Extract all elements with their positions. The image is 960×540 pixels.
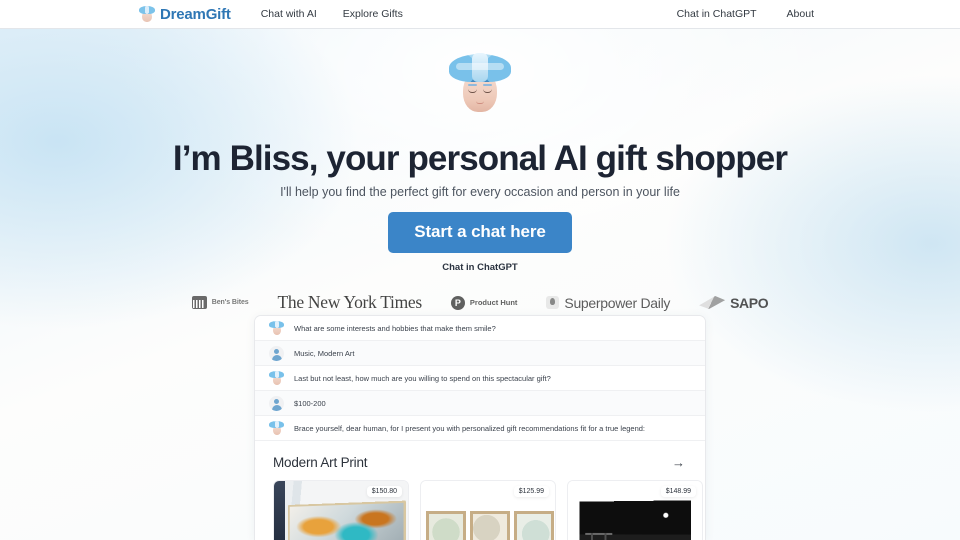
nav-link-about[interactable]: About [787,8,814,20]
press-logo-superpower-daily: Superpower Daily [546,295,670,311]
chat-message-text: What are some interests and hobbies that… [294,323,496,333]
product-price: $125.99 [513,486,549,497]
chat-message-row: Brace yourself, dear human, for I presen… [255,416,705,441]
press-logo-product-hunt: P Product Hunt [450,295,518,310]
start-chat-button[interactable]: Start a chat here [388,212,572,253]
recommendation-section: Modern Art Print → $150.80 $125.99 $148.… [255,441,705,540]
bliss-mascot-avatar [449,53,511,112]
chat-message-row: Music, Modern Art [255,341,705,366]
nav-link-explore-gifts[interactable]: Explore Gifts [343,8,403,20]
dreamgift-mascot-icon [138,6,155,23]
assistant-avatar-icon [269,320,284,336]
product-card-list: $150.80 $125.99 $148.99 [273,480,703,540]
recommendation-title: Modern Art Print [273,455,368,470]
nav-left-group: DreamGift Chat with AI Explore Gifts [138,6,403,23]
nav-link-chat-with-ai[interactable]: Chat with AI [261,8,317,20]
nav-primary-links: Chat with AI Explore Gifts [261,8,403,20]
cta-group: Start a chat here Chat in ChatGPT [0,212,960,273]
assistant-avatar-icon [269,370,284,386]
product-hunt-icon: P [450,295,465,310]
press-logo-nyt: The New York Times [277,292,423,313]
recommendation-header: Modern Art Print → [273,455,687,470]
page-subtitle: I'll help you find the perfect gift for … [280,185,680,199]
press-logo-label: SAPO [730,294,769,311]
chat-preview-card: What are some interests and hobbies that… [254,315,706,540]
user-avatar-icon [269,345,284,361]
assistant-avatar-icon [269,420,284,436]
press-logo-strip: Ben's Bites The New York Times P Product… [0,292,960,313]
chat-message-row: Last but not least, how much are you wil… [255,366,705,391]
landing-page: DreamGift Chat with AI Explore Gifts Cha… [0,0,960,540]
nav-link-chat-in-chatgpt[interactable]: Chat in ChatGPT [677,8,757,20]
product-card[interactable]: $148.99 [567,480,703,540]
sapo-icon [699,296,726,309]
product-price: $150.80 [366,486,402,497]
chat-message-text: Music, Modern Art [294,348,355,358]
chat-message-text: $100-200 [294,398,326,408]
chat-message-text: Brace yourself, dear human, for I presen… [294,423,646,433]
superpower-daily-icon [546,296,560,309]
press-logo-bens-bites: Ben's Bites [191,296,249,309]
press-logo-label: Superpower Daily [564,294,671,311]
chat-message-text: Last but not least, how much are you wil… [294,373,551,383]
cta-subtext-chat-in-chatgpt[interactable]: Chat in ChatGPT [0,262,960,273]
user-avatar-icon [269,395,284,411]
brand-logo[interactable]: DreamGift [138,6,231,23]
bens-bites-icon [191,296,207,309]
press-logo-sapo: SAPO [699,294,769,311]
top-navigation-bar: DreamGift Chat with AI Explore Gifts Cha… [0,0,960,29]
arrow-right-icon[interactable]: → [670,456,687,469]
chat-message-row: $100-200 [255,391,705,416]
brand-name: DreamGift [160,5,231,23]
product-card[interactable]: $125.99 [420,480,556,540]
chat-message-row: What are some interests and hobbies that… [255,316,705,341]
hero-section: I’m Bliss, your personal AI gift shopper… [0,29,960,540]
product-price: $148.99 [660,486,696,497]
press-logo-label: Ben's Bites [211,299,249,306]
page-title: I’m Bliss, your personal AI gift shopper [172,139,788,178]
product-card[interactable]: $150.80 [273,480,409,540]
press-logo-label: Product Hunt [469,298,518,307]
nyt-wordmark: The New York Times [277,292,423,312]
nav-right-links: Chat in ChatGPT About [677,8,814,20]
